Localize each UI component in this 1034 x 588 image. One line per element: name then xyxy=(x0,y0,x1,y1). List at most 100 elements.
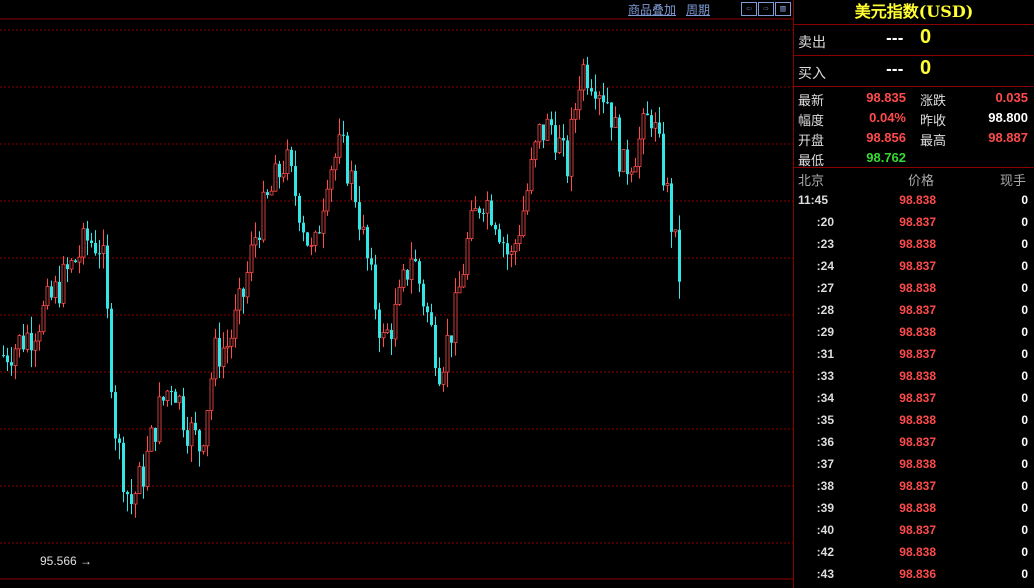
candle-body xyxy=(445,335,450,373)
candle-body xyxy=(242,288,245,297)
candle-body xyxy=(670,183,673,232)
candle-body xyxy=(637,138,642,167)
chart-canvas[interactable] xyxy=(0,0,793,588)
candle-body xyxy=(110,308,113,393)
tick-time: :23 xyxy=(816,237,834,251)
candle-body xyxy=(590,88,593,92)
tick-row[interactable]: :42 98.838 0 xyxy=(794,541,1034,563)
tick-row[interactable]: 11:45 98.838 0 xyxy=(794,189,1034,211)
candle-body xyxy=(397,286,402,305)
candle-body xyxy=(170,391,173,393)
candle-body xyxy=(221,347,226,367)
tick-qty: 0 xyxy=(1021,369,1028,383)
tick-row[interactable]: :29 98.838 0 xyxy=(794,321,1034,343)
candle-body xyxy=(165,390,170,402)
candle-body xyxy=(69,260,74,270)
tick-row[interactable]: :34 98.837 0 xyxy=(794,387,1034,409)
candle-body xyxy=(509,251,514,255)
period-link[interactable]: 周期 xyxy=(686,1,710,18)
tick-price: 98.837 xyxy=(899,215,936,229)
tick-time: :31 xyxy=(816,347,834,361)
ticks-header-time: 北京 xyxy=(798,174,825,189)
candle-body xyxy=(646,113,649,116)
candle-body xyxy=(633,166,638,173)
candle-body xyxy=(566,140,569,177)
stat-value: 98.835 xyxy=(866,90,906,105)
stat-value: 98.800 xyxy=(988,110,1028,125)
candle-body xyxy=(77,256,82,263)
stat-value: 0.035 xyxy=(995,90,1028,105)
candle-body xyxy=(86,228,89,241)
candle-body xyxy=(577,89,582,111)
candle-body xyxy=(422,283,425,307)
candle-body xyxy=(285,149,290,174)
tick-qty: 0 xyxy=(1021,193,1028,207)
tick-price: 98.837 xyxy=(899,391,936,405)
candle-body xyxy=(290,149,293,167)
candle-body xyxy=(122,442,125,493)
tick-time: :43 xyxy=(816,567,834,581)
stat-label: 幅度 xyxy=(798,114,825,129)
candle-body xyxy=(613,117,618,129)
candle-body xyxy=(494,224,497,230)
tick-price: 98.837 xyxy=(899,523,936,537)
candle-body xyxy=(209,378,214,412)
tick-qty: 0 xyxy=(1021,567,1028,581)
tick-price: 98.836 xyxy=(899,567,936,581)
candle-body xyxy=(106,245,109,309)
candle-body xyxy=(225,345,230,349)
tick-qty: 0 xyxy=(1021,281,1028,295)
tick-row[interactable]: :37 98.838 0 xyxy=(794,453,1034,475)
tick-row[interactable]: :24 98.837 0 xyxy=(794,255,1034,277)
tick-row[interactable]: :27 98.838 0 xyxy=(794,277,1034,299)
tick-time: :24 xyxy=(816,259,834,273)
panel-toggle-icon[interactable]: ▥ xyxy=(775,2,791,16)
candle-body xyxy=(33,340,38,351)
arrow-left-icon[interactable]: ⇦ xyxy=(741,2,757,16)
tick-row[interactable]: :36 98.837 0 xyxy=(794,431,1034,453)
tick-row[interactable]: :20 98.837 0 xyxy=(794,211,1034,233)
candlestick-chart[interactable]: 商品叠加 周期 ⇦ ⇨ ▥ 95.566 → xyxy=(0,0,793,588)
candle-body xyxy=(298,195,301,223)
ticks-list[interactable]: 11:45 98.838 0:20 98.837 0:23 98.838 0:24 98.83… xyxy=(794,189,1034,585)
tick-time: :28 xyxy=(816,303,834,317)
tick-row[interactable]: :38 98.837 0 xyxy=(794,475,1034,497)
tick-time: 11:45 xyxy=(798,193,829,207)
sell-label: 卖出 xyxy=(798,35,826,51)
candle-body xyxy=(346,135,349,184)
tick-row[interactable]: :23 98.838 0 xyxy=(794,233,1034,255)
tick-row[interactable]: :39 98.838 0 xyxy=(794,497,1034,519)
tick-row[interactable]: :40 98.837 0 xyxy=(794,519,1034,541)
candle-body xyxy=(337,134,342,158)
candle-body xyxy=(517,235,522,244)
candle-body xyxy=(665,183,670,186)
candle-body xyxy=(469,210,474,239)
candle-body xyxy=(626,149,629,175)
candle-body xyxy=(101,245,106,254)
tick-row[interactable]: :28 98.837 0 xyxy=(794,299,1034,321)
tick-price: 98.838 xyxy=(899,413,936,427)
tick-row[interactable]: :43 98.836 0 xyxy=(794,563,1034,585)
tick-time: :38 xyxy=(816,479,834,493)
stat-row: 最低 98.762 xyxy=(794,149,1034,169)
candle-body xyxy=(370,258,373,265)
overlay-link[interactable]: 商品叠加 xyxy=(628,1,676,18)
quote-panel: 美元指数(USD) 卖出 --- 0 买入 --- 0 最新 98.835 涨跌 0.… xyxy=(793,0,1034,588)
candle-body xyxy=(533,141,538,160)
tick-qty: 0 xyxy=(1021,325,1028,339)
tick-time: :20 xyxy=(816,215,834,229)
tick-row[interactable]: :33 98.838 0 xyxy=(794,365,1034,387)
arrow-right-icon[interactable]: ⇨ xyxy=(758,2,774,16)
candle-body xyxy=(525,190,530,212)
candle-body xyxy=(130,494,133,505)
ticks-header-qty: 现手 xyxy=(1000,174,1027,189)
tick-row[interactable]: :31 98.837 0 xyxy=(794,343,1034,365)
candle-body xyxy=(629,171,634,175)
tick-qty: 0 xyxy=(1021,347,1028,361)
tick-row[interactable]: :35 98.838 0 xyxy=(794,409,1034,431)
tick-price: 98.838 xyxy=(899,325,936,339)
candle-body xyxy=(309,244,314,247)
buy-label: 买入 xyxy=(798,66,826,82)
candle-body xyxy=(205,410,210,447)
candle-body xyxy=(653,122,658,129)
